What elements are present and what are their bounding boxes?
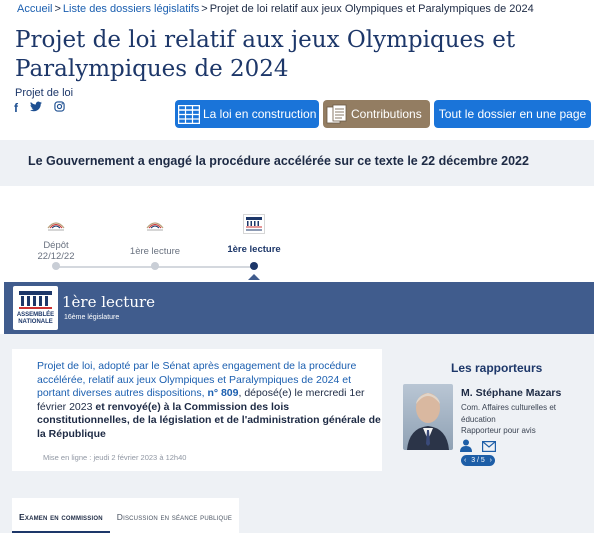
timeline-step-label: Dépôt: [43, 240, 69, 251]
documents-icon: [326, 104, 348, 124]
loi-en-construction-button[interactable]: La loi en construction: [175, 100, 319, 128]
timeline-step-an-lecture[interactable]: 1ère lecture: [224, 214, 284, 255]
facebook-icon[interactable]: f: [14, 101, 18, 115]
breadcrumb-separator: >: [54, 3, 61, 15]
full-dossier-label: Tout le dossier en une page: [438, 107, 587, 121]
tab-label: Examen en commission: [19, 512, 103, 522]
assemblee-nationale-logo: ASSEMBLÉE NATIONALE: [13, 286, 58, 330]
twitter-icon[interactable]: [30, 101, 42, 115]
logo-text-assemblee: ASSEMBLÉE: [16, 312, 55, 318]
contributions-label: Contributions: [351, 107, 422, 121]
rapporteur-commission: Com. Affaires culturelles et éducation: [461, 403, 557, 424]
instagram-icon[interactable]: [54, 101, 65, 115]
stage-name: 1ère lecture: [62, 293, 156, 311]
breadcrumb: Accueil > Liste des dossiers législatifs > P…: [17, 3, 534, 15]
loi-en-construction-label: La loi en construction: [203, 107, 317, 121]
senat-logo-icon: [47, 222, 65, 231]
pager-prev-button[interactable]: ‹: [464, 457, 466, 464]
timeline-dot-active: [250, 262, 258, 270]
timeline-dot: [151, 262, 159, 270]
procedure-banner-text: Le Gouvernement a engagé la procédure ac…: [28, 154, 529, 168]
tab-discussion-seance[interactable]: Discussion en séance publique: [109, 498, 240, 533]
document-card: Projet de loi, adopté par le Sénat après…: [12, 349, 382, 471]
rapporteur-photo[interactable]: [403, 384, 453, 450]
assemblee-nationale-logo-icon: [243, 214, 265, 234]
timeline-dot: [52, 262, 60, 270]
breadcrumb-separator: >: [201, 3, 208, 15]
breadcrumb-current: Projet de loi relatif aux jeux Olympique…: [209, 3, 534, 15]
logo-text-nationale: NATIONALE: [18, 319, 53, 325]
tab-label: Discussion en séance publique: [116, 512, 233, 522]
procedure-timeline: Dépôt 22/12/22 1ère lecture 1ère lecture: [0, 196, 594, 280]
page-title: Projet de loi relatif aux jeux Olympique…: [15, 27, 516, 82]
pager-next-button[interactable]: ›: [490, 457, 492, 464]
timeline-pointer: [248, 274, 260, 280]
rapporteur-name[interactable]: M. Stéphane Mazars: [461, 387, 561, 399]
rapporteurs-title: Les rapporteurs: [451, 361, 543, 375]
timeline-step-date: 22/12/22: [37, 251, 75, 262]
social-links: f: [14, 101, 65, 115]
rapporteur-pager: ‹ 3 / 5 ›: [461, 455, 495, 466]
rapporteur-role: Com. Affaires culturelles et éducation R…: [461, 402, 586, 437]
procedure-banner: Le Gouvernement a engagé la procédure ac…: [0, 140, 594, 186]
rapporteur-function: Rapporteur pour avis: [461, 426, 536, 435]
timeline-step-senat-lecture[interactable]: 1ère lecture: [125, 216, 185, 257]
contributions-button[interactable]: Contributions: [323, 100, 430, 128]
table-icon: [178, 104, 200, 124]
tab-examen-commission[interactable]: Examen en commission: [12, 498, 110, 533]
stage-header: ASSEMBLÉE NATIONALE 1ère lecture 16ème l…: [4, 282, 594, 334]
document-number[interactable]: n° 809: [207, 387, 238, 399]
timeline-step-label: 1ère lecture: [129, 246, 181, 257]
page-subtitle: Projet de loi: [15, 87, 74, 99]
tab-bar: Examen en commission Discussion en séanc…: [12, 498, 240, 533]
senat-logo-icon: [146, 222, 164, 231]
pager-count: 3 / 5: [471, 457, 485, 464]
full-dossier-button[interactable]: Tout le dossier en une page: [434, 100, 591, 128]
document-description: Projet de loi, adopté par le Sénat après…: [37, 360, 382, 441]
breadcrumb-home-link[interactable]: Accueil: [17, 3, 52, 15]
timeline-step-label: 1ère lecture: [227, 244, 281, 255]
stage-legislature: 16ème législature: [64, 314, 120, 321]
breadcrumb-dossiers-link[interactable]: Liste des dossiers législatifs: [63, 3, 199, 15]
timeline-step-depot[interactable]: Dépôt 22/12/22: [26, 216, 86, 262]
document-online-date: Mise en ligne : jeudi 2 février 2023 à 1…: [43, 453, 187, 462]
